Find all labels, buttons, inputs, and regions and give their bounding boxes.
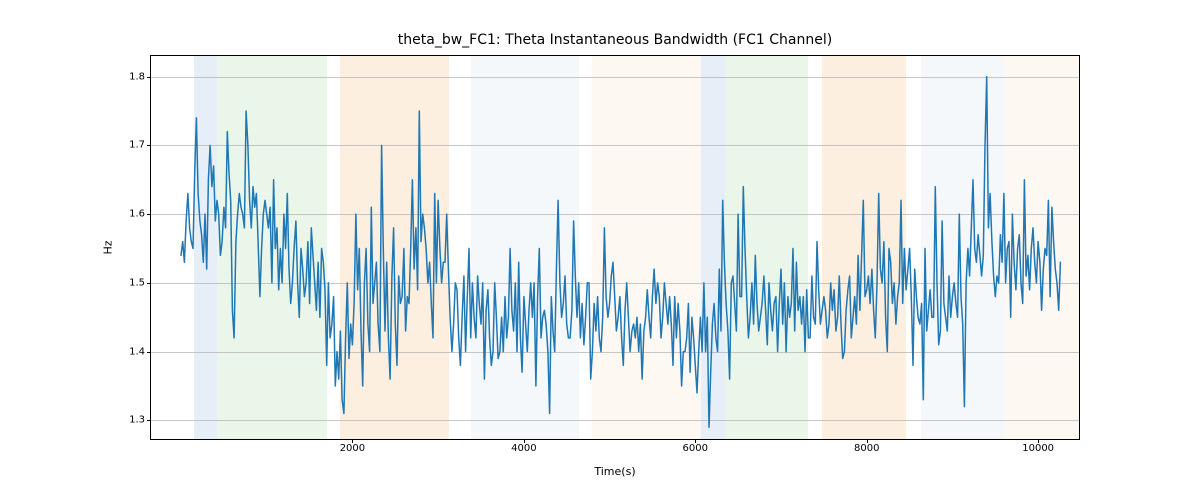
y-axis-label-text: Hz (101, 240, 114, 254)
plot-area (151, 56, 1079, 439)
axes: 200040006000800010000 1.31.41.51.61.71.8 (150, 55, 1080, 440)
y-tick-label: 1.3 (129, 415, 145, 426)
y-tick-label: 1.5 (129, 277, 145, 288)
x-tick-label: 10000 (1022, 443, 1054, 454)
y-tick-label: 1.6 (129, 209, 145, 220)
y-tick-mark (147, 352, 151, 353)
x-tick-label: 8000 (854, 443, 879, 454)
y-tick-label: 1.8 (129, 71, 145, 82)
y-tick-label: 1.4 (129, 346, 145, 357)
x-tick-label: 2000 (340, 443, 365, 454)
x-tick-label: 4000 (511, 443, 536, 454)
chart-title: theta_bw_FC1: Theta Instantaneous Bandwi… (150, 32, 1080, 48)
y-tick-mark (147, 214, 151, 215)
figure: theta_bw_FC1: Theta Instantaneous Bandwi… (0, 0, 1200, 500)
x-tick-label: 6000 (683, 443, 708, 454)
y-tick-mark (147, 145, 151, 146)
y-axis-label: Hz (100, 55, 116, 440)
y-tick-mark (147, 420, 151, 421)
y-tick-mark (147, 77, 151, 78)
series-line (181, 77, 1060, 428)
x-axis-label: Time(s) (150, 465, 1080, 478)
line-series (151, 56, 1079, 439)
y-tick-label: 1.7 (129, 140, 145, 151)
y-tick-mark (147, 283, 151, 284)
